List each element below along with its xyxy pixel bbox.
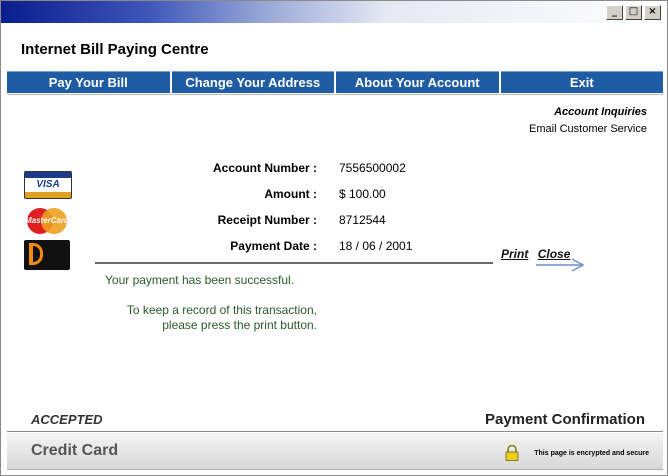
nav-exit[interactable]: Exit <box>500 71 663 93</box>
security-notice: This page is encrypted and secure <box>534 450 649 457</box>
payment-confirmation-heading: Payment Confirmation <box>484 411 645 428</box>
nav-change-address[interactable]: Change Your Address <box>171 71 334 93</box>
main-nav: Pay Your Bill Change Your Address About … <box>7 71 663 93</box>
account-number-value: 7556500002 <box>339 161 406 175</box>
receipt-number-label: Receipt Number : <box>217 213 317 227</box>
visa-logo-text: VISA <box>36 179 60 190</box>
page-title: Internet Bill Paying Centre <box>21 41 209 58</box>
window-controls: _ □ × <box>606 5 661 20</box>
receipt-number-value: 8712544 <box>339 213 386 227</box>
close-window-button[interactable]: × <box>644 5 661 20</box>
account-inquiries-heading: Account Inquiries <box>554 106 647 118</box>
payment-method-label: Credit Card <box>31 442 119 459</box>
amount-label: Amount : <box>264 187 317 201</box>
visa-card-logo: VISA <box>24 171 72 199</box>
mastercard-logo-text: MasterCard <box>24 216 69 225</box>
mastercard-logo: MasterCard <box>24 207 70 235</box>
account-number-label: Account Number : <box>212 161 317 175</box>
accepted-status: ACCEPTED <box>31 412 103 427</box>
nav-about-account[interactable]: About Your Account <box>336 71 499 93</box>
app-window: _ □ × Internet Bill Paying Centre Pay Yo… <box>0 0 668 476</box>
lock-icon <box>505 445 519 461</box>
success-message: Your payment has been successful. <box>105 273 295 287</box>
print-record-message: To keep a record of this transaction, pl… <box>99 303 317 333</box>
print-record-line-2: please press the print button. <box>162 318 317 332</box>
minimize-button[interactable]: _ <box>606 5 623 20</box>
nav-divider <box>7 94 663 95</box>
bankcard-logo <box>24 240 70 270</box>
footer-divider <box>7 431 663 432</box>
footer-bar: Credit Card This page is encrypted and s… <box>7 433 663 470</box>
nav-pay-your-bill[interactable]: Pay Your Bill <box>7 71 170 93</box>
payment-date-label: Payment Date : <box>230 239 317 253</box>
account-inquiries: Account Inquiries Email Customer Service <box>529 106 647 135</box>
print-record-line-1: To keep a record of this transaction, <box>126 303 317 317</box>
amount-value: $ 100.00 <box>339 187 386 201</box>
arrow-right-icon <box>536 258 585 272</box>
maximize-button[interactable]: □ <box>625 5 642 20</box>
email-customer-service-link[interactable]: Email Customer Service <box>529 123 647 135</box>
title-bar[interactable]: _ □ × <box>1 1 667 23</box>
print-link[interactable]: Print <box>501 247 528 261</box>
payment-date-value: 18 / 06 / 2001 <box>339 239 413 253</box>
details-divider <box>95 262 493 264</box>
